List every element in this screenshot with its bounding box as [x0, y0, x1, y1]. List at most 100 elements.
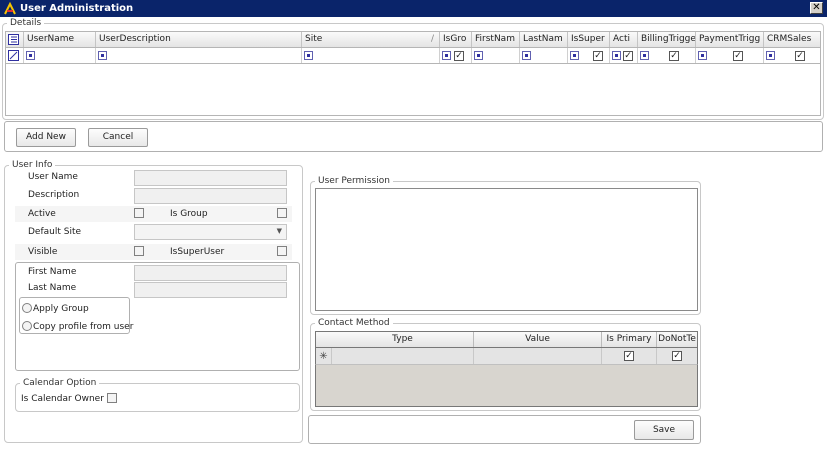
- filter-operator-icon: [766, 51, 775, 60]
- column-header-isgroup[interactable]: IsGro: [440, 32, 472, 47]
- user-permission-list[interactable]: [315, 188, 698, 311]
- active-label: Active: [28, 209, 56, 219]
- details-grid-body[interactable]: [5, 64, 821, 116]
- contact-column-is-primary[interactable]: Is Primary: [602, 332, 657, 347]
- filter-operator-icon: [304, 51, 313, 60]
- column-header-username[interactable]: UserName: [24, 32, 96, 47]
- add-new-button[interactable]: Add New: [16, 128, 76, 147]
- filter-clear-icon: [8, 50, 19, 61]
- default-site-select[interactable]: ▼: [134, 224, 287, 240]
- is-primary-checkbox[interactable]: ✓: [624, 351, 634, 361]
- user-name-label: User Name: [28, 172, 78, 182]
- column-header-crmsales[interactable]: CRMSales: [764, 32, 820, 47]
- column-header-active[interactable]: Acti: [610, 32, 638, 47]
- filter-cell-firstname[interactable]: [472, 48, 520, 63]
- contact-new-is-primary-cell[interactable]: ✓: [602, 348, 657, 364]
- filter-operator-icon: [98, 51, 107, 60]
- last-name-field[interactable]: [134, 282, 287, 298]
- contact-new-donotte-cell[interactable]: ✓: [657, 348, 697, 364]
- column-header-issuper[interactable]: IsSuper: [568, 32, 610, 47]
- column-header-billingtrigger[interactable]: BillingTrigge: [638, 32, 696, 47]
- contact-column-type[interactable]: Type: [316, 332, 474, 347]
- filter-cell-crmsales[interactable]: ✓: [764, 48, 820, 63]
- close-button[interactable]: ✕: [810, 2, 823, 14]
- cancel-button[interactable]: Cancel: [88, 128, 148, 147]
- column-header-paymenttrigger[interactable]: PaymentTrigg: [696, 32, 764, 47]
- filter-operator-icon: [698, 51, 707, 60]
- first-name-field[interactable]: [134, 265, 287, 281]
- description-label: Description: [28, 190, 80, 200]
- sort-icon: /: [430, 34, 434, 44]
- last-name-label: Last Name: [28, 283, 77, 293]
- filter-checkbox[interactable]: ✓: [454, 50, 464, 61]
- apply-group-radio[interactable]: [22, 303, 32, 313]
- filter-operator-icon: [474, 51, 483, 60]
- filter-checkbox[interactable]: ✓: [593, 50, 603, 61]
- app-icon: [4, 1, 16, 14]
- user-permission-legend: User Permission: [315, 176, 393, 186]
- column-chooser-icon: [8, 34, 19, 45]
- filter-checkbox[interactable]: ✓: [733, 50, 743, 61]
- is-group-label: Is Group: [170, 209, 208, 219]
- filter-checkbox[interactable]: ✓: [623, 50, 633, 61]
- filter-cell-billingtrigger[interactable]: ✓: [638, 48, 696, 63]
- contact-new-row[interactable]: ✳ ✓ ✓: [315, 348, 698, 365]
- filter-operator-icon: [640, 51, 649, 60]
- contact-new-type-cell[interactable]: [332, 348, 474, 364]
- contact-column-value[interactable]: Value: [474, 332, 602, 347]
- first-name-label: First Name: [28, 267, 77, 277]
- default-site-label: Default Site: [28, 227, 82, 237]
- is-super-user-label: IsSuperUser: [170, 247, 225, 257]
- details-filter-row: ✓ ✓ ✓ ✓ ✓ ✓: [5, 48, 821, 64]
- contact-new-value-cell[interactable]: [474, 348, 602, 364]
- filter-cell-userdescription[interactable]: [96, 48, 302, 63]
- column-header-site[interactable]: Site /: [302, 32, 440, 47]
- donotte-checkbox[interactable]: ✓: [672, 351, 682, 361]
- visible-checkbox[interactable]: [134, 246, 144, 256]
- is-super-user-checkbox[interactable]: [277, 246, 287, 256]
- copy-profile-label: Copy profile from user: [33, 322, 134, 332]
- filter-clear-cell[interactable]: [6, 48, 24, 63]
- contact-grid-header: Type Value Is Primary DoNotTe: [315, 331, 698, 348]
- filter-cell-issuper[interactable]: ✓: [568, 48, 610, 63]
- is-calendar-owner-label: Is Calendar Owner: [21, 394, 104, 404]
- filter-checkbox[interactable]: ✓: [669, 50, 679, 61]
- filter-cell-isgroup[interactable]: ✓: [440, 48, 472, 63]
- apply-group-label: Apply Group: [33, 304, 89, 314]
- filter-cell-site[interactable]: [302, 48, 440, 63]
- details-grid-header: UserName UserDescription Site / IsGro Fi…: [5, 31, 821, 48]
- column-header-lastname[interactable]: LastNam: [520, 32, 568, 47]
- description-field[interactable]: [134, 188, 287, 204]
- filter-operator-icon: [522, 51, 531, 60]
- column-header-firstname[interactable]: FirstNam: [472, 32, 520, 47]
- column-chooser-cell[interactable]: [6, 32, 24, 47]
- column-header-userdescription[interactable]: UserDescription: [96, 32, 302, 47]
- filter-operator-icon: [442, 51, 451, 60]
- active-row: [15, 206, 292, 222]
- filter-operator-icon: [612, 51, 621, 60]
- user-name-field[interactable]: [134, 170, 287, 186]
- filter-operator-icon: [570, 51, 579, 60]
- contact-method-legend: Contact Method: [315, 318, 393, 328]
- new-row-icon: ✳: [316, 348, 332, 364]
- user-info-legend: User Info: [9, 160, 56, 170]
- filter-operator-icon: [26, 51, 35, 60]
- contact-grid-body[interactable]: [315, 365, 698, 407]
- save-button[interactable]: Save: [634, 420, 694, 440]
- contact-column-donotte[interactable]: DoNotTe: [657, 332, 697, 347]
- is-calendar-owner-checkbox[interactable]: [107, 393, 117, 403]
- chevron-down-icon: ▼: [276, 227, 282, 235]
- copy-profile-radio[interactable]: [22, 321, 32, 331]
- filter-checkbox[interactable]: ✓: [795, 50, 805, 61]
- filter-cell-lastname[interactable]: [520, 48, 568, 63]
- filter-cell-active[interactable]: ✓: [610, 48, 638, 63]
- window-title: User Administration: [20, 3, 134, 14]
- title-bar: User Administration ✕: [0, 0, 827, 17]
- active-checkbox[interactable]: [134, 208, 144, 218]
- is-group-checkbox[interactable]: [277, 208, 287, 218]
- calendar-option-legend: Calendar Option: [20, 378, 100, 388]
- details-legend: Details: [7, 18, 45, 28]
- filter-cell-username[interactable]: [24, 48, 96, 63]
- close-icon: ✕: [812, 2, 821, 13]
- filter-cell-paymenttrigger[interactable]: ✓: [696, 48, 764, 63]
